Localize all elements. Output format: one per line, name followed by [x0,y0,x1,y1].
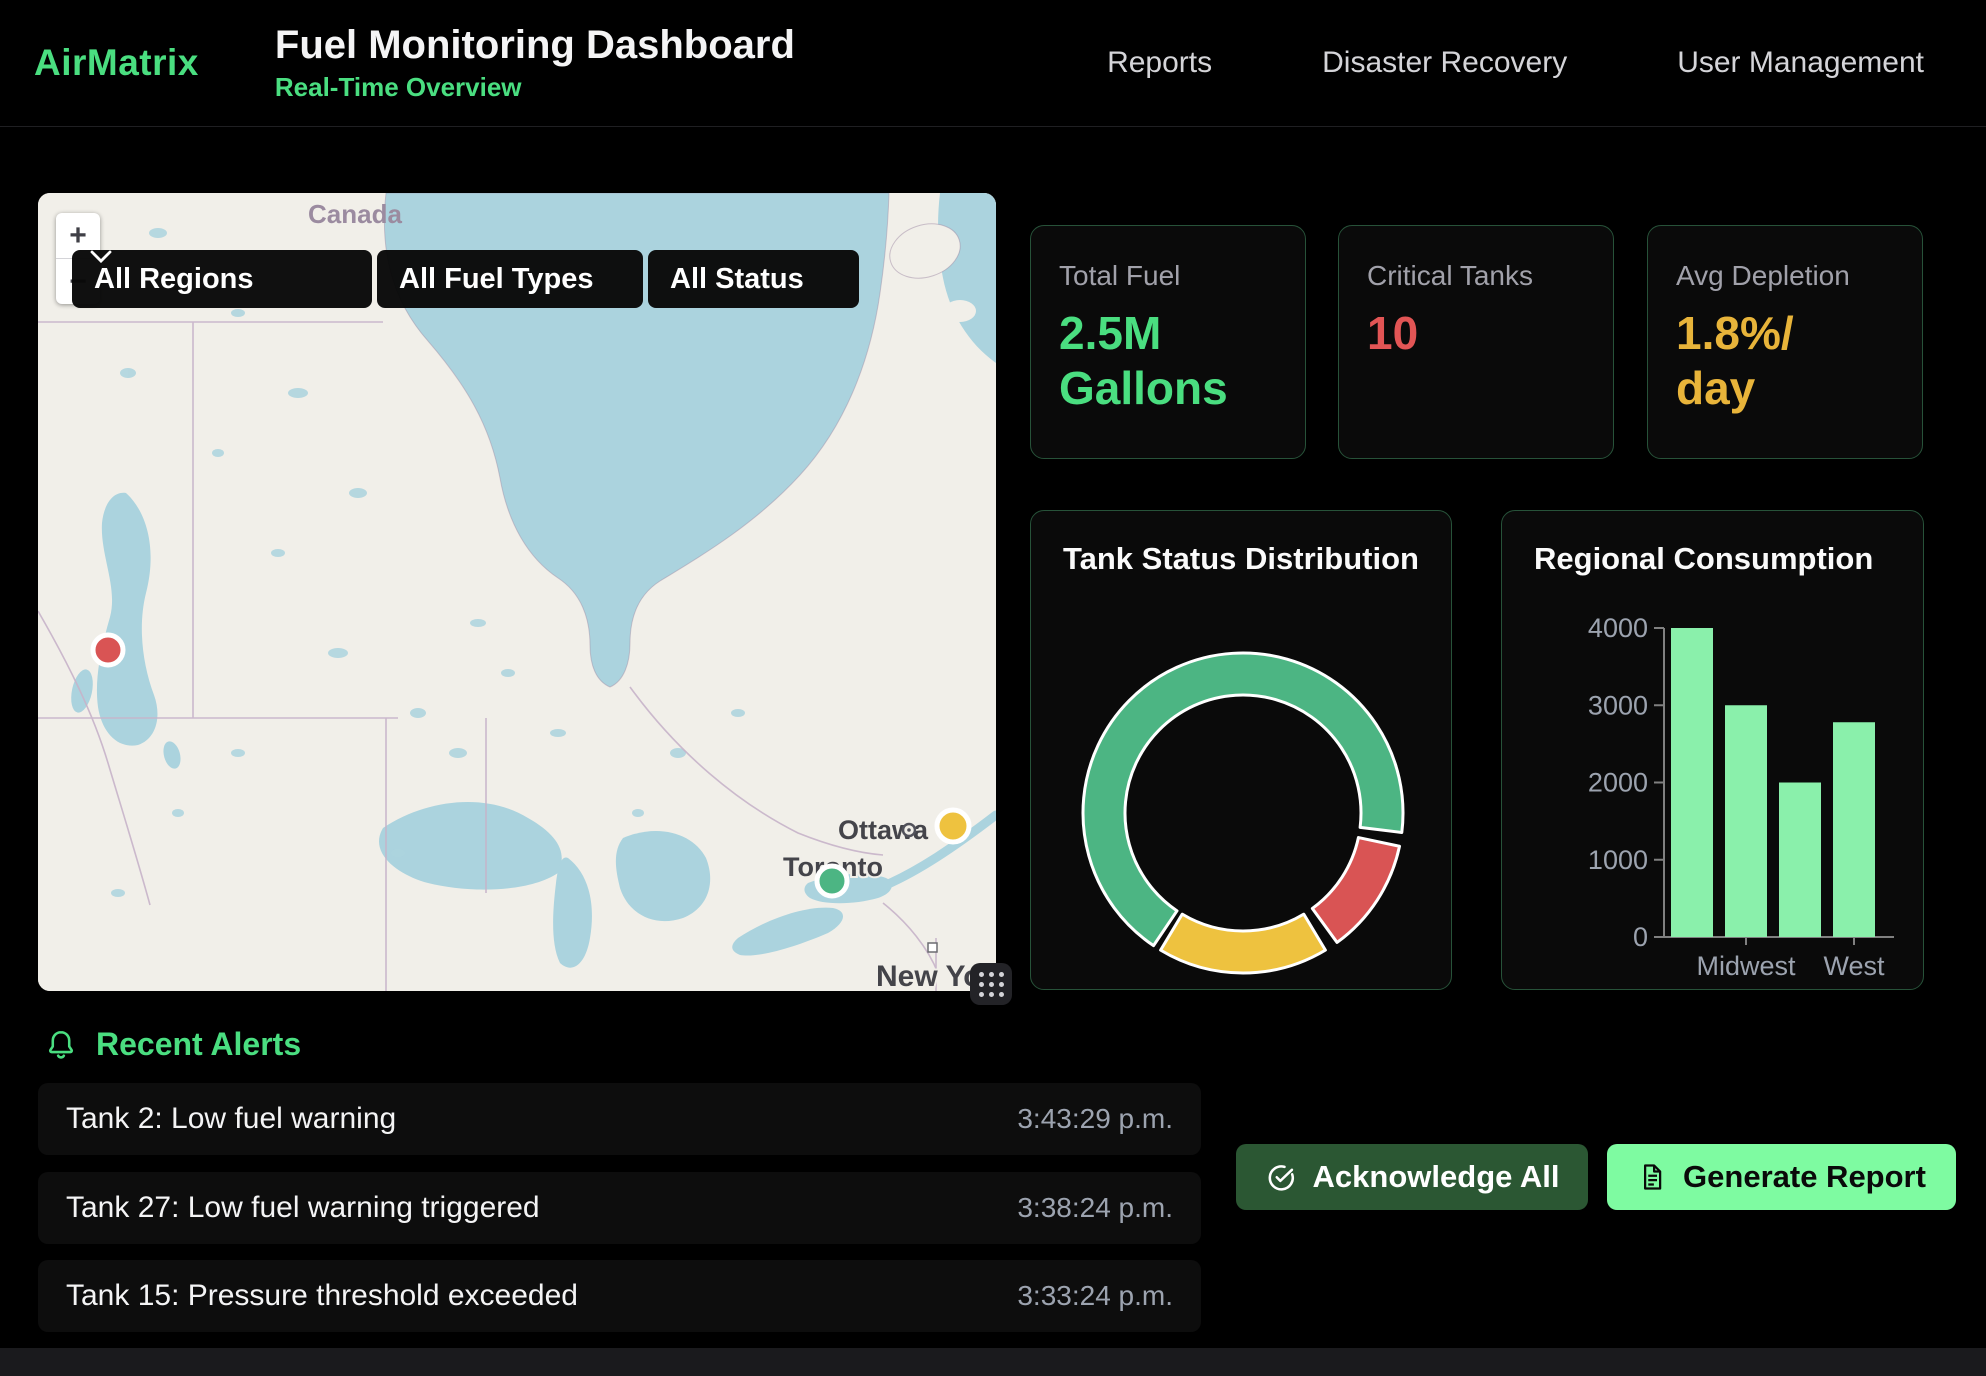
svg-text:4000: 4000 [1588,613,1648,643]
fuel-types-dropdown[interactable]: All Fuel Types [377,250,643,308]
map-canvas[interactable]: Canada Ottawa Toronto New York + − [38,193,996,991]
nav-reports[interactable]: Reports [1107,46,1212,80]
map-label-canada: Canada [308,199,402,229]
alert-timestamp: 3:43:29 p.m. [1017,1103,1173,1135]
alert-row: Tank 2: Low fuel warning 3:43:29 p.m. [38,1083,1201,1155]
svg-text:2000: 2000 [1588,768,1648,798]
generate-report-label: Generate Report [1683,1159,1926,1195]
check-circle-icon [1265,1161,1297,1193]
alert-message: Tank 2: Low fuel warning [66,1102,396,1136]
regions-dropdown-value: All Regions [94,263,254,296]
tank-status-donut-chart [1031,511,1453,991]
map-graphics: Canada Ottawa Toronto New York [38,193,996,991]
alert-message: Tank 27: Low fuel warning triggered [66,1191,540,1225]
fuel-monitoring-dashboard: AirMatrix Fuel Monitoring Dashboard Real… [0,0,1986,1376]
stat-value: 1.8%/day [1676,306,1894,416]
stat-value: 2.5MGallons [1059,306,1277,416]
bottom-bar [0,1348,1986,1376]
regions-dropdown[interactable]: All Regions [72,250,372,308]
stat-label: Critical Tanks [1367,260,1585,292]
fuel-types-dropdown-value: All Fuel Types [399,263,593,296]
map-marker-normal[interactable] [817,866,847,896]
app-logo: AirMatrix [34,42,199,84]
chevron-down-icon [90,250,112,263]
map-marker-critical[interactable] [93,635,123,665]
stat-label: Avg Depletion [1676,260,1894,292]
acknowledge-all-label: Acknowledge All [1313,1159,1560,1195]
document-icon [1637,1161,1667,1193]
svg-text:0: 0 [1633,922,1648,952]
stat-value: 10 [1367,306,1585,361]
svg-text:3000: 3000 [1588,690,1648,720]
regional-consumption-chart-card: Regional Consumption 01000200030004000Mi… [1501,510,1924,990]
alert-timestamp: 3:38:24 p.m. [1017,1192,1173,1224]
tank-status-chart-card: Tank Status Distribution [1030,510,1452,990]
map-panel: Canada Ottawa Toronto New York + − [38,193,996,991]
svg-text:West: West [1823,951,1885,981]
nav-disaster-recovery[interactable]: Disaster Recovery [1322,46,1567,80]
generate-report-button[interactable]: Generate Report [1607,1144,1956,1210]
map-filters: All Regions All Fuel Types All Status [72,250,859,308]
page-title: Fuel Monitoring Dashboard [275,23,795,68]
alert-row: Tank 27: Low fuel warning triggered 3:38… [38,1172,1201,1244]
svg-text:Midwest: Midwest [1696,951,1796,981]
svg-text:1000: 1000 [1588,845,1648,875]
nav-user-management[interactable]: User Management [1677,46,1924,80]
acknowledge-all-button[interactable]: Acknowledge All [1236,1144,1588,1210]
page-subtitle: Real-Time Overview [275,72,795,103]
map-resize-handle[interactable] [970,963,1012,1005]
alerts-heading: Recent Alerts [96,1026,301,1063]
stat-card-avg-depletion: Avg Depletion 1.8%/day [1647,225,1923,459]
stat-card-total-fuel: Total Fuel 2.5MGallons [1030,225,1306,459]
bell-icon [44,1027,78,1063]
stat-card-critical-tanks: Critical Tanks 10 [1338,225,1614,459]
alert-message: Tank 15: Pressure threshold exceeded [66,1279,578,1313]
map-marker-warning[interactable] [937,810,969,842]
header: AirMatrix Fuel Monitoring Dashboard Real… [0,0,1986,127]
main-nav: Reports Disaster Recovery User Managemen… [1107,46,1924,80]
alert-timestamp: 3:33:24 p.m. [1017,1280,1173,1312]
alerts-header: Recent Alerts [44,1026,301,1063]
status-dropdown-value: All Status [670,263,804,296]
regional-consumption-bar-chart: 0 1000 2000 3000 4000 Midwest West [1502,511,1925,991]
title-block: Fuel Monitoring Dashboard Real-Time Over… [275,23,795,103]
status-dropdown[interactable]: All Status [648,250,859,308]
alert-row: Tank 15: Pressure threshold exceeded 3:3… [38,1260,1201,1332]
stat-label: Total Fuel [1059,260,1277,292]
